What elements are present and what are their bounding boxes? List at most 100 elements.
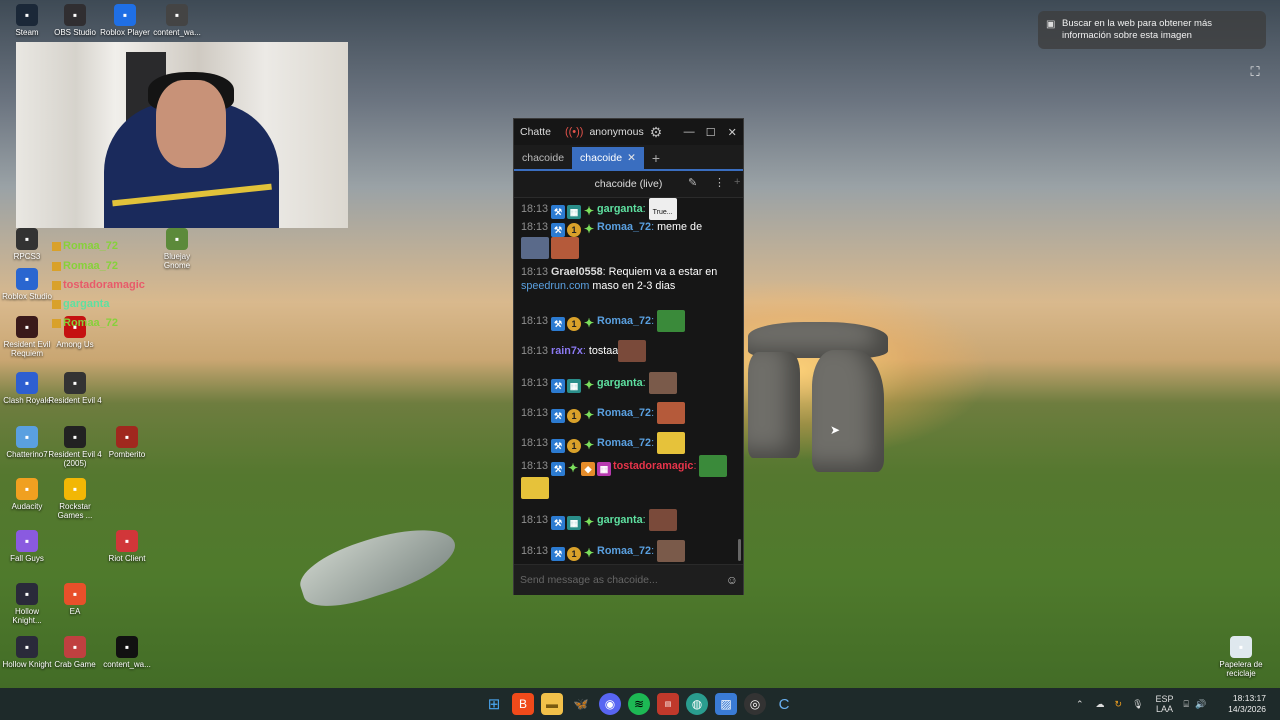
desktop-icon[interactable]: ▪ Resident Evil Requiem	[0, 316, 54, 358]
chat-username[interactable]: rain7x	[551, 345, 583, 357]
desktop-icon[interactable]: ▪ EA	[48, 583, 102, 616]
browser-icon[interactable]: ◍	[686, 693, 708, 715]
chat-username[interactable]: Romaa_72	[597, 545, 651, 557]
message-link[interactable]: speedrun.com	[521, 280, 589, 292]
channel-title[interactable]: chacoide (live)	[514, 178, 743, 190]
gear-icon[interactable]: ⚙	[650, 124, 663, 141]
close-icon[interactable]: ✕	[721, 126, 743, 139]
desktop-icon[interactable]: ▪ Resident Evil 4 (2005)	[48, 426, 102, 468]
network-icon[interactable]: ⌸	[1184, 699, 1189, 710]
moderator-badge-icon[interactable]: ⚒	[551, 378, 566, 393]
desktop-icon[interactable]: ▪ Steam	[0, 4, 54, 37]
emote-image[interactable]	[648, 372, 677, 394]
chat-username[interactable]: garganta	[597, 203, 643, 215]
desktop-icon[interactable]: ▪ Papelera de reciclaje	[1214, 636, 1268, 678]
desktop-icon[interactable]: ▪ Riot Client	[100, 530, 154, 563]
moderator-badge-icon[interactable]: ⚒	[551, 438, 566, 453]
tab-chacoide-2[interactable]: chacoide ✕	[572, 147, 644, 169]
chat-username[interactable]: Romaa_72	[597, 407, 651, 419]
moderator-badge-icon[interactable]: ⚒	[551, 316, 566, 331]
desktop-icon[interactable]: ▪ Rockstar Games ...	[48, 478, 102, 520]
more-options-icon[interactable]: ⋮	[714, 176, 725, 189]
star-badge-icon[interactable]: ✦	[583, 204, 595, 218]
obs-taskbar-icon[interactable]: ◎	[744, 693, 766, 715]
subscriber-badge-icon[interactable]: 1	[567, 316, 582, 331]
photos-icon[interactable]: ▨	[715, 693, 737, 715]
moderator-badge-icon[interactable]: ⚒	[551, 546, 566, 561]
pink-badge-icon[interactable]: ▦	[597, 461, 612, 476]
moderator-badge-icon[interactable]: ⚒	[551, 408, 566, 423]
desktop-icon[interactable]: ▪ content_wa...	[150, 4, 204, 37]
desktop-icon[interactable]: ▪ Hollow Knight	[0, 636, 54, 669]
chat-username[interactable]: Romaa_72	[597, 315, 651, 327]
box-badge-icon[interactable]: ◆	[581, 461, 596, 476]
minimize-icon[interactable]: —	[678, 126, 700, 138]
microphone-icon[interactable]: 🎙	[1132, 699, 1143, 710]
moderator-badge-icon[interactable]: ⚒	[551, 461, 566, 476]
file-explorer-icon[interactable]: ▬	[541, 693, 563, 715]
subscriber-badge-icon[interactable]: 1	[567, 223, 582, 237]
maximize-icon[interactable]: ☐	[700, 126, 722, 139]
desktop-icon[interactable]: ▪ Clash Royale	[0, 372, 54, 405]
sync-icon[interactable]: ↻	[1115, 699, 1123, 710]
subscriber-badge-icon[interactable]: 1	[567, 438, 582, 453]
star-badge-icon[interactable]: ✦	[583, 546, 595, 560]
chevron-up-icon[interactable]: ⌃	[1076, 699, 1084, 710]
bluesky-icon[interactable]: 🦋	[570, 693, 592, 715]
desktop-icon[interactable]: ▪ Chatterino7	[0, 426, 54, 459]
desktop-icon[interactable]: ▪ Resident Evil 4	[48, 372, 102, 405]
star-badge-icon[interactable]: ✦	[583, 378, 595, 392]
message-input[interactable]	[518, 570, 722, 590]
clock[interactable]: 18:13:17 14/3/2026	[1228, 693, 1266, 715]
star-badge-icon[interactable]: ✦	[583, 515, 595, 529]
message-list[interactable]: 18:13 ⚒ ▦ ✦ garganta: True... 18:13 ⚒ 1 ✦ Romaa_7…	[514, 196, 743, 562]
tab-chacoide-1[interactable]: chacoide	[514, 147, 572, 169]
start-icon[interactable]: ⊞	[483, 693, 505, 715]
emote-image[interactable]	[521, 477, 549, 499]
chat-username[interactable]: tostadoramagic	[613, 460, 693, 472]
emote-image[interactable]	[551, 237, 579, 259]
emoji-icon[interactable]: ☺	[726, 573, 738, 587]
star-badge-icon[interactable]: ✦	[583, 222, 595, 236]
gift-badge-icon[interactable]: ▦	[567, 515, 582, 530]
star-badge-icon[interactable]: ✦	[567, 461, 579, 475]
desktop-icon[interactable]: ▪ Roblox Studio	[0, 268, 54, 301]
desktop-icon[interactable]: ▪ Pomberito	[100, 426, 154, 459]
emote-image[interactable]	[657, 540, 686, 562]
moderator-badge-icon[interactable]: ⚒	[551, 515, 566, 530]
emote-image[interactable]	[618, 340, 647, 362]
moderator-badge-icon[interactable]: ⚒	[551, 204, 566, 219]
emote-image[interactable]	[521, 237, 549, 259]
gift-badge-icon[interactable]: ▦	[567, 204, 582, 219]
chat-username[interactable]: Romaa_72	[597, 221, 651, 233]
volume-icon[interactable]: 🔊	[1195, 699, 1206, 710]
desktop-icon[interactable]: ▪ RPCS3	[0, 228, 54, 261]
emote-image[interactable]: True...	[648, 198, 677, 220]
desktop-icon[interactable]: ▪ content_wa...	[100, 636, 154, 669]
brave-icon[interactable]: B	[512, 693, 534, 715]
chat-username[interactable]: Grael0558	[551, 266, 603, 278]
add-split-icon[interactable]: +	[734, 176, 740, 188]
emote-image[interactable]	[648, 509, 677, 531]
app-icon[interactable]: ▤	[657, 693, 679, 715]
desktop-icon[interactable]: ▪ Roblox Player	[98, 4, 152, 37]
chatterino-taskbar-icon[interactable]: C	[773, 693, 795, 715]
onedrive-icon[interactable]: ☁	[1096, 699, 1105, 710]
screen-scan-icon[interactable]: ⛶	[1244, 61, 1266, 83]
desktop-icon[interactable]: ▪ Fall Guys	[0, 530, 54, 563]
lens-search-popup[interactable]: ▣ Buscar en la web para obtener más info…	[1038, 11, 1266, 49]
desktop-icon[interactable]: ▪ Hollow Knight...	[0, 583, 54, 625]
tab-close-icon[interactable]: ✕	[627, 152, 636, 164]
desktop-icon[interactable]: ▪ Crab Game	[48, 636, 102, 669]
emote-image[interactable]	[657, 402, 686, 424]
desktop-icon[interactable]: ▪ OBS Studio	[48, 4, 102, 37]
spotify-icon[interactable]: ≋	[628, 693, 650, 715]
emote-image[interactable]	[699, 455, 728, 477]
moderation-icon[interactable]: ✎	[688, 176, 697, 189]
add-tab-icon[interactable]: +	[644, 147, 668, 169]
chat-username[interactable]: garganta	[597, 377, 643, 389]
scrollbar-thumb[interactable]	[738, 539, 741, 561]
desktop-icon[interactable]: ▪ Audacity	[0, 478, 54, 511]
subscriber-badge-icon[interactable]: 1	[567, 408, 582, 423]
gift-badge-icon[interactable]: ▦	[567, 378, 582, 393]
